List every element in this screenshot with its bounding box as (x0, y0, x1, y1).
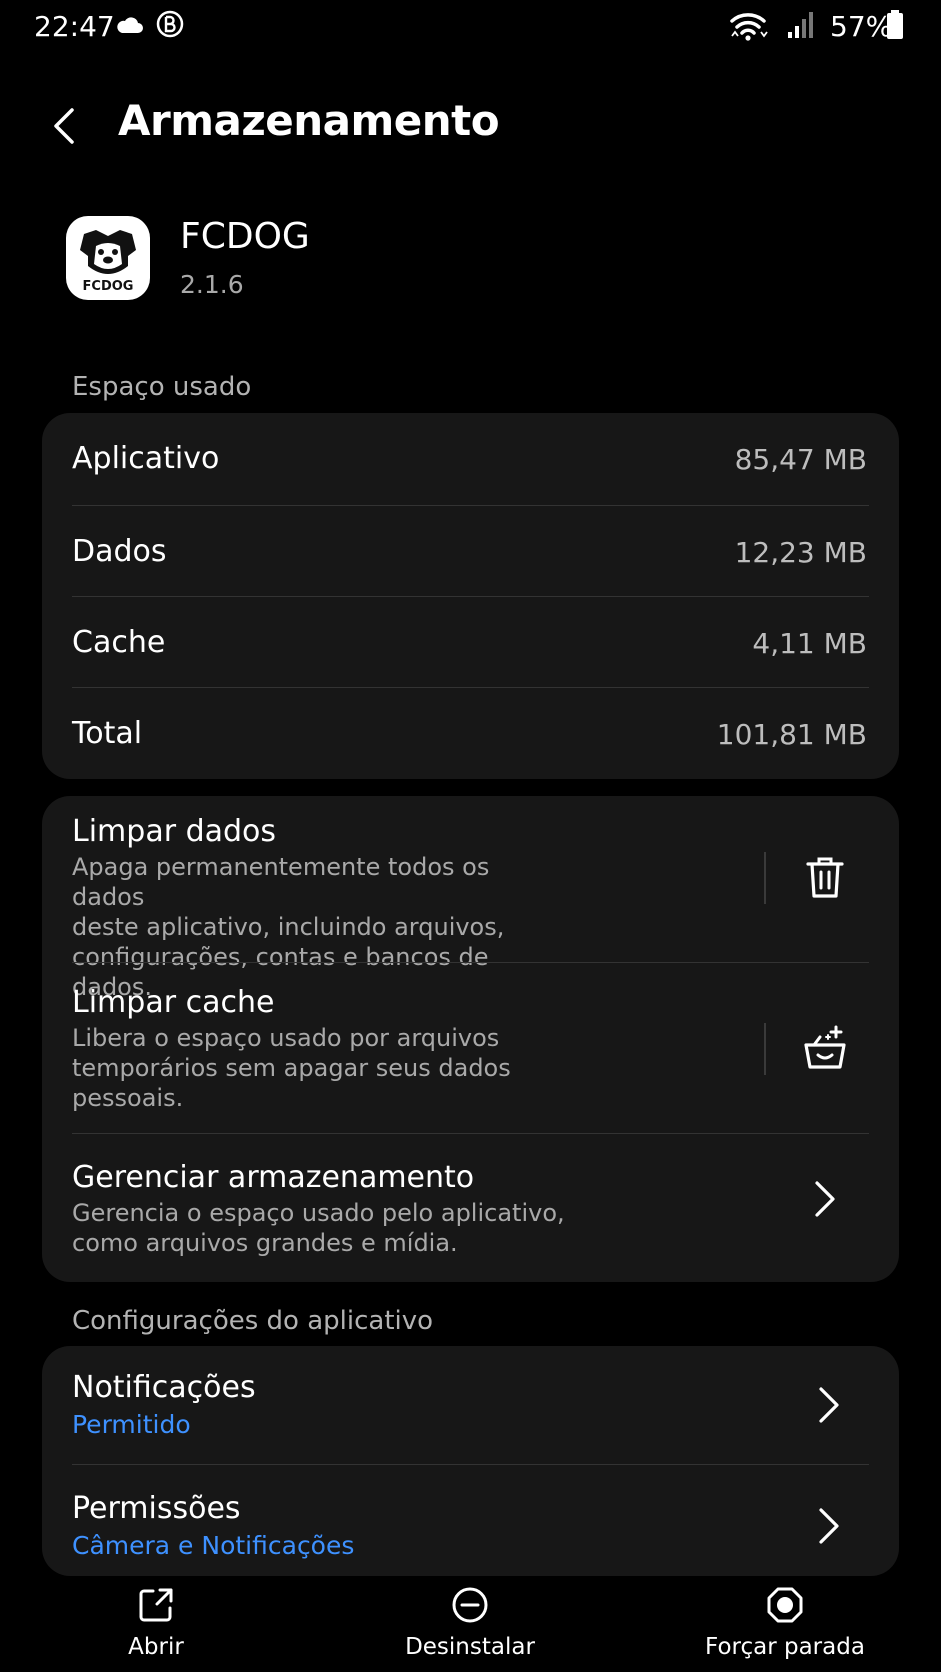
force-stop-label: Forçar parada (705, 1634, 865, 1660)
clear-cache-title: Limpar cache (72, 985, 275, 1020)
page-title: Armazenamento (118, 96, 500, 145)
chevron-right-icon (819, 1508, 839, 1544)
manage-storage-description: Gerencia o espaço usado pelo aplicativo,… (72, 1198, 592, 1258)
space-row-value: 101,81 MB (716, 718, 867, 751)
space-row-label: Dados (72, 534, 167, 569)
trash-icon[interactable] (800, 852, 850, 902)
uninstall-label: Desinstalar (405, 1634, 535, 1660)
battery-percent: 57% (830, 10, 893, 43)
manage-storage-row[interactable]: Gerenciar armazenamento Gerencia o espaç… (42, 1134, 899, 1282)
space-row-value: 12,23 MB (734, 536, 867, 569)
space-used-card: Aplicativo 85,47 MB Dados 12,23 MB Cache… (42, 413, 899, 779)
manage-storage-title: Gerenciar armazenamento (72, 1160, 475, 1195)
dog-logo-icon: FCDOG (80, 230, 136, 294)
app-settings-card: Notificações Permitido Permissões Câmera… (42, 1346, 899, 1576)
clear-cache-row[interactable]: Limpar cache Libera o espaço usado por a… (42, 963, 899, 1133)
clear-data-title: Limpar dados (72, 814, 277, 849)
permissions-title: Permissões (72, 1491, 241, 1526)
open-button[interactable]: Abrir (36, 1580, 276, 1672)
app-name: FCDOG (180, 216, 310, 257)
notifications-status: Permitido (72, 1410, 191, 1439)
vertical-separator (764, 1023, 766, 1075)
app-icon-label: FCDOG (83, 279, 134, 294)
signal-icon (788, 12, 813, 38)
status-time: 22:47 (34, 10, 115, 43)
storage-actions-card: Limpar dados Apaga permanentemente todos… (42, 796, 899, 1282)
uninstall-button[interactable]: Desinstalar (350, 1580, 590, 1672)
desc-line: Gerencia o espaço usado pelo aplicativo, (72, 1199, 565, 1227)
space-row-app: Aplicativo 85,47 MB (42, 413, 899, 505)
notifications-row[interactable]: Notificações Permitido (42, 1346, 899, 1464)
space-row-label: Cache (72, 625, 166, 660)
force-stop-button[interactable]: Forçar parada (665, 1580, 905, 1672)
wifi-icon (730, 13, 768, 41)
section-label-space-used: Espaço usado (72, 372, 252, 402)
space-row-label: Total (72, 716, 143, 751)
cloud-icon (117, 17, 143, 33)
chevron-right-icon (819, 1387, 839, 1423)
space-row-value: 85,47 MB (734, 443, 867, 476)
desc-line: como arquivos grandes e mídia. (72, 1229, 458, 1257)
open-label: Abrir (128, 1634, 184, 1660)
status-bar: 22:47 57% (0, 0, 941, 50)
desc-line: temporários sem apagar seus dados (72, 1054, 511, 1082)
space-row-label: Aplicativo (72, 441, 220, 476)
chevron-right-icon (815, 1181, 835, 1217)
back-icon[interactable] (46, 104, 86, 148)
top-app-bar: Armazenamento (0, 90, 941, 160)
clear-cache-description: Libera o espaço usado por arquivos tempo… (72, 1023, 532, 1113)
vertical-separator (764, 852, 766, 904)
notifications-title: Notificações (72, 1370, 256, 1405)
stop-octagon-icon (767, 1587, 803, 1623)
bixby-icon (156, 10, 184, 38)
desc-line: Apaga permanentemente todos os dados (72, 853, 490, 911)
space-row-total: Total 101,81 MB (42, 688, 899, 779)
desc-line: deste aplicativo, incluindo arquivos, (72, 913, 505, 941)
desc-line: pessoais. (72, 1084, 184, 1112)
app-version: 2.1.6 (180, 270, 244, 299)
minus-circle-icon (452, 1587, 488, 1623)
space-row-cache: Cache 4,11 MB (42, 597, 899, 687)
app-icon: FCDOG (66, 216, 150, 300)
open-external-icon (139, 1588, 173, 1622)
battery-icon (887, 10, 903, 39)
permissions-status: Câmera e Notificações (72, 1531, 355, 1560)
space-row-value: 4,11 MB (752, 627, 867, 660)
clean-basket-icon[interactable] (800, 1023, 850, 1073)
section-label-app-settings: Configurações do aplicativo (72, 1306, 434, 1336)
clear-data-row[interactable]: Limpar dados Apaga permanentemente todos… (42, 796, 899, 1001)
desc-line: Libera o espaço usado por arquivos (72, 1024, 500, 1052)
space-row-data: Dados 12,23 MB (42, 506, 899, 596)
bottom-action-bar: Abrir Desinstalar Forçar parada (0, 1580, 941, 1672)
permissions-row[interactable]: Permissões Câmera e Notificações (42, 1465, 899, 1576)
